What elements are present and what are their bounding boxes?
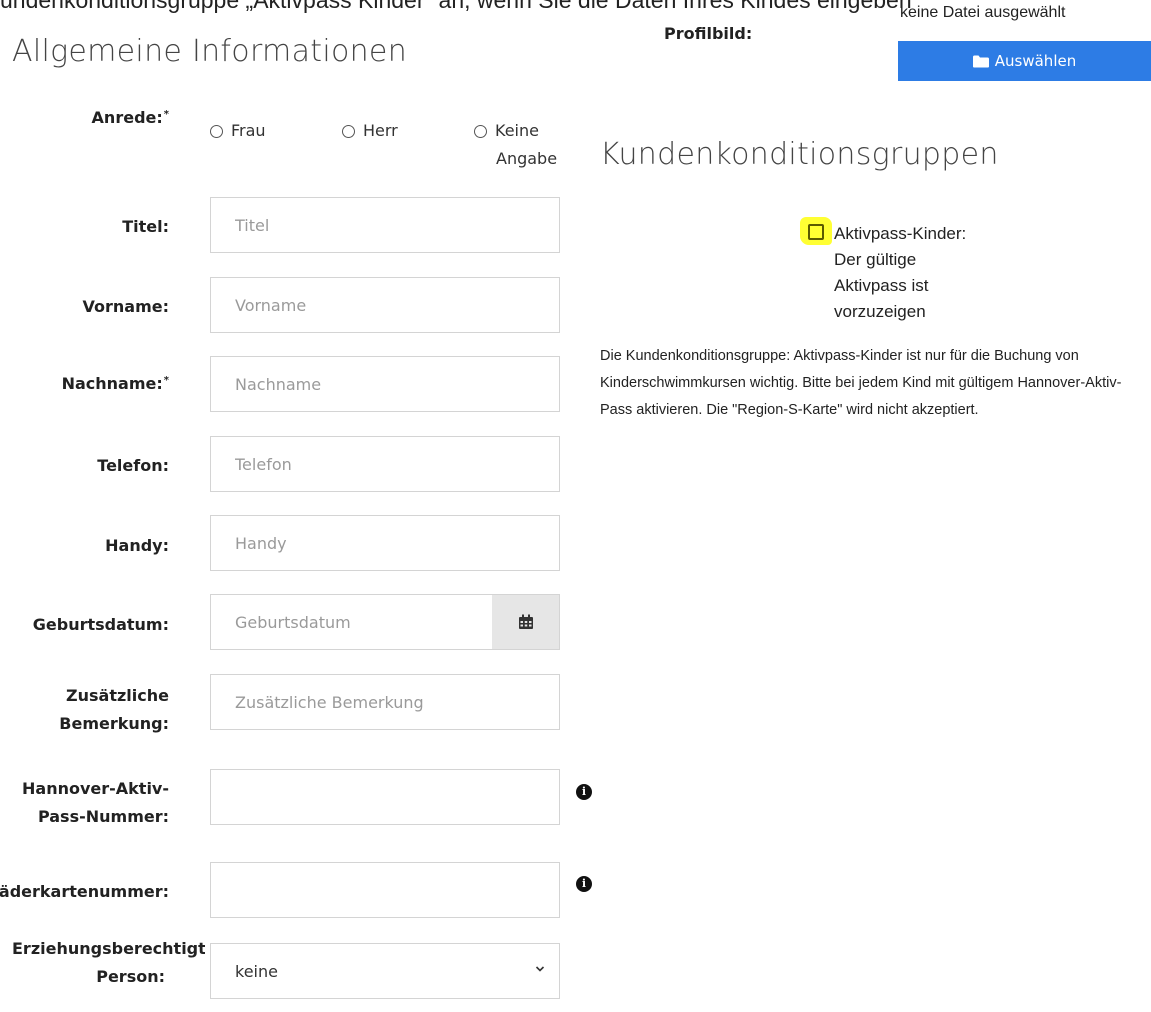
calendar-button[interactable] (492, 594, 560, 650)
aktivpass-kinder-label: Aktivpass-Kinder: Der gültige Aktivpass … (834, 221, 1034, 325)
geburtsdatum-label: Geburtsdatum: (32, 615, 169, 634)
erziehung-label: Erziehungsberechtigt Person: (12, 935, 205, 991)
titel-label: Titel: (122, 217, 169, 236)
vorname-input[interactable] (210, 277, 560, 333)
erziehung-label-line1: Erziehungsberechtigt (12, 939, 205, 958)
folder-icon (972, 55, 989, 67)
nachname-label-text: Nachname: (61, 374, 163, 393)
checkbox-line-4: vorzuzeigen (834, 302, 926, 321)
radio-keine-angabe[interactable]: Keine Angabe (474, 121, 557, 173)
info-icon[interactable]: i (576, 876, 592, 892)
anrede-label-text: Anrede: (91, 108, 163, 127)
profilbild-label: Profilbild: (664, 24, 753, 43)
checkbox-line-1: Aktivpass-Kinder: (834, 224, 967, 243)
nachname-label: Nachname:* (62, 372, 169, 396)
required-mark: * (163, 109, 169, 120)
radio-circle-icon[interactable] (342, 125, 355, 138)
geburtsdatum-input[interactable] (210, 594, 493, 650)
aktivpass-input[interactable] (210, 769, 560, 825)
aktivpass-kinder-checkbox[interactable] (808, 224, 824, 240)
bemerkung-label: Zusätzliche Bemerkung: (59, 682, 169, 738)
radio-herr-label: Herr (363, 121, 398, 140)
choose-file-button[interactable]: Auswählen (898, 41, 1151, 81)
file-status: keine Datei ausgewählt (900, 4, 1066, 21)
telefon-label: Telefon: (97, 456, 169, 475)
conditions-title: Kundenkonditionsgruppen (600, 137, 999, 172)
anrede-label: Anrede:* (92, 106, 169, 130)
checkbox-line-2: Der gültige (834, 250, 917, 269)
radio-keine-line2: Angabe (496, 149, 558, 168)
aktivpass-label-line1: Hannover-Aktiv- (22, 779, 169, 798)
radio-keine-label: Keine Angabe (495, 117, 558, 173)
choose-file-button-label: Auswählen (994, 52, 1077, 70)
bemerkung-label-line2: Bemerkung: (59, 714, 169, 733)
bemerkung-input[interactable] (210, 674, 560, 730)
erziehung-label-line2: Person: (96, 967, 165, 986)
conditions-note: Die Kundenkonditionsgruppe: Aktivpass-Ki… (600, 348, 1122, 418)
vorname-label: Vorname: (82, 297, 170, 316)
nachname-input[interactable] (210, 356, 560, 412)
radio-frau-label: Frau (231, 121, 266, 140)
erziehung-select[interactable]: keine (211, 944, 559, 998)
telefon-input[interactable] (210, 436, 560, 492)
baederkarte-input[interactable] (210, 862, 560, 918)
radio-circle-icon[interactable] (210, 125, 223, 138)
calendar-icon (518, 614, 533, 629)
radio-frau[interactable]: Frau (210, 121, 266, 140)
aktivpass-label: Hannover-Aktiv- Pass-Nummer: (22, 775, 169, 831)
titel-input[interactable] (210, 197, 560, 253)
radio-circle-icon[interactable] (474, 125, 487, 138)
required-mark: * (163, 375, 169, 386)
info-icon[interactable]: i (576, 784, 592, 800)
erziehung-select-wrapper[interactable]: keine (210, 943, 560, 999)
handy-label: Handy: (105, 536, 169, 555)
baederkarte-label: Bäderkartenummer: (0, 882, 169, 901)
bemerkung-label-line1: Zusätzliche (66, 686, 169, 705)
aktivpass-label-line2: Pass-Nummer: (37, 807, 169, 826)
radio-keine-line1: Keine (495, 121, 539, 140)
radio-herr[interactable]: Herr (342, 121, 398, 140)
checkbox-line-3: Aktivpass ist (834, 276, 929, 295)
general-info-title: Allgemeine Informationen (12, 34, 408, 69)
handy-input[interactable] (210, 515, 560, 571)
